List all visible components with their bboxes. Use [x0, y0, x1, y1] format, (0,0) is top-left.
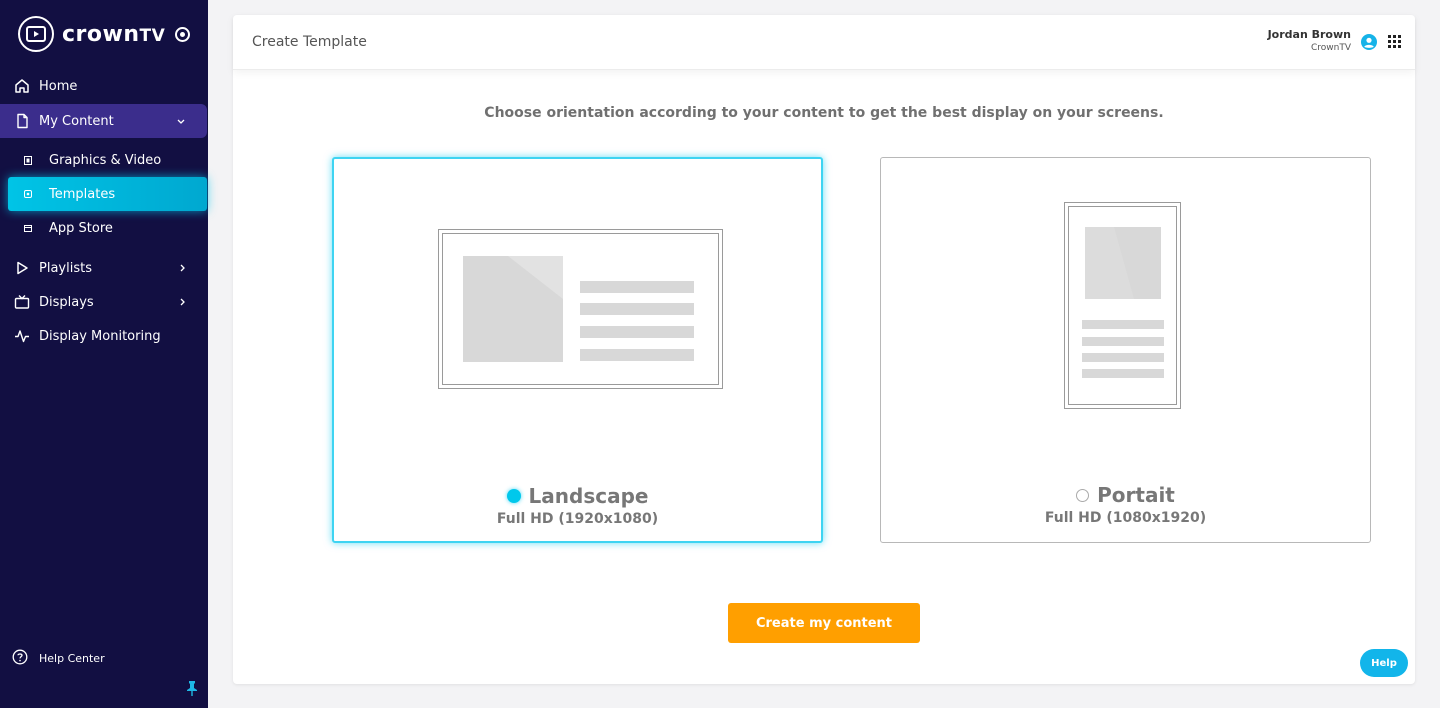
sidebar-subitem-graphics-video[interactable]: Graphics & Video [8, 143, 207, 177]
help-center-link[interactable]: Help Center [12, 649, 105, 667]
chevron-right-icon [174, 294, 190, 310]
portrait-resolution: Full HD (1080x1920) [1044, 510, 1207, 526]
apps-grid-icon[interactable] [1388, 35, 1401, 48]
sidebar-subitem-templates[interactable]: Templates [8, 177, 207, 211]
sidebar-subitem-label: Graphics & Video [49, 152, 162, 168]
sidebar-item-display-monitoring[interactable]: Display Monitoring [0, 319, 208, 353]
tv-icon [13, 293, 31, 311]
sidebar-subitem-label: Templates [49, 186, 116, 202]
sidebar-subitem-app-store[interactable]: App Store [8, 211, 207, 245]
sidebar-subitem-label: App Store [49, 220, 113, 236]
template-icon [23, 189, 33, 199]
landscape-title: Landscape [334, 484, 821, 508]
landscape-option-card[interactable]: Landscape Full HD (1920x1080) [332, 157, 823, 543]
portrait-option-card[interactable]: Portait Full HD (1080x1920) [880, 157, 1371, 543]
file-icon [13, 112, 31, 130]
portrait-title: Portait [881, 483, 1370, 507]
sidebar-item-home[interactable]: Home [0, 69, 208, 103]
chevron-down-icon [173, 113, 189, 129]
activity-icon [13, 327, 31, 345]
portrait-radio[interactable] [1076, 488, 1090, 502]
top-bar: Create Template Jordan Brown CrownTV [233, 15, 1415, 70]
home-icon [13, 77, 31, 95]
landscape-title-text: Landscape [528, 484, 649, 508]
sidebar-item-label: Home [39, 78, 78, 94]
sidebar-item-label: Displays [39, 294, 94, 310]
page-title: Create Template [252, 34, 367, 50]
sidebar: crownTV Home My Content Graphics & Video… [0, 0, 208, 708]
play-icon [13, 259, 31, 277]
sidebar-item-label: Display Monitoring [39, 328, 161, 344]
film-icon [23, 155, 33, 165]
help-circle-icon [12, 649, 30, 667]
user-avatar-icon[interactable] [1361, 34, 1377, 50]
sidebar-item-label: My Content [39, 113, 114, 129]
crowntv-logo[interactable]: crownTV [18, 16, 191, 52]
target-icon [175, 26, 191, 42]
main-panel: Create Template Jordan Brown CrownTV Cho… [233, 15, 1415, 684]
logo-play-icon [18, 16, 54, 52]
sidebar-item-displays[interactable]: Displays [0, 285, 208, 319]
help-center-label: Help Center [39, 651, 105, 665]
instruction-text: Choose orientation according to your con… [484, 105, 1164, 121]
create-content-button[interactable]: Create my content [728, 603, 920, 643]
portrait-title-text: Portait [1097, 483, 1175, 507]
sidebar-item-label: Playlists [39, 260, 92, 276]
landscape-preview-illustration [438, 229, 723, 389]
landscape-radio[interactable] [506, 489, 521, 503]
store-icon [23, 223, 33, 233]
pin-icon[interactable] [185, 680, 199, 696]
user-org: CrownTV [1310, 43, 1351, 53]
sidebar-item-my-content[interactable]: My Content [0, 104, 207, 138]
chevron-right-icon [174, 260, 190, 276]
user-name: Jordan Brown [1267, 28, 1351, 41]
help-button[interactable]: Help [1360, 649, 1408, 677]
landscape-resolution: Full HD (1920x1080) [496, 511, 659, 527]
user-info[interactable]: Jordan Brown CrownTV [1268, 28, 1351, 53]
portrait-preview-illustration [1064, 202, 1181, 409]
logo-text: crownTV [62, 21, 166, 47]
sidebar-item-playlists[interactable]: Playlists [0, 251, 208, 285]
